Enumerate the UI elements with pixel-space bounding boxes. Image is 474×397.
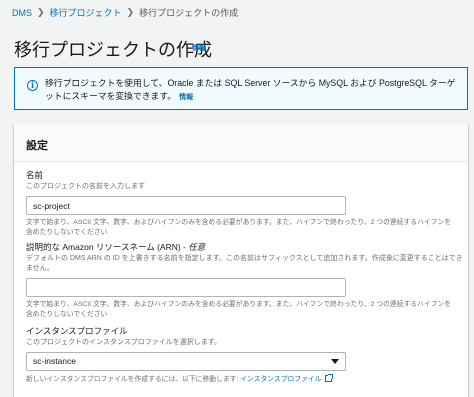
page-title: 移行プロジェクトの作成 bbox=[14, 40, 212, 60]
name-field: 名前 このプロジェクトの名前を入力します 文字で始まり、ASCII 文字、数字、… bbox=[26, 170, 452, 237]
arn-optional-label: 任意 bbox=[188, 242, 206, 252]
arn-description: デフォルトの DMS ARN の ID を上書きする名前を指定します。この名前は… bbox=[26, 255, 463, 272]
alert-text: 移行プロジェクトを使用して、Oracle または SQL Server ソースか… bbox=[45, 78, 456, 101]
instance-profile-description: このプロジェクトのインスタンスプロファイルを選択します。 bbox=[26, 339, 222, 346]
breadcrumb-dms[interactable]: DMS bbox=[12, 8, 32, 18]
instance-profile-selected: sc-instance bbox=[33, 356, 76, 366]
breadcrumb: DMS ❯ 移行プロジェクト ❯ 移行プロジェクトの作成 bbox=[12, 6, 238, 19]
instance-profile-select[interactable]: sc-instance bbox=[26, 352, 346, 371]
instance-profile-field: インスタンスプロファイル このプロジェクトのインスタンスプロファイルを選択します… bbox=[26, 326, 346, 385]
arn-constraint: 文字で始まり、ASCII 文字、数字、およびハイフンのみを含める必要があります。… bbox=[26, 301, 452, 318]
settings-panel: 設定 名前 このプロジェクトの名前を入力します 文字で始まり、ASCII 文字、… bbox=[14, 124, 468, 397]
name-description: このプロジェクトの名前を入力します bbox=[26, 183, 145, 190]
instance-profile-label: インスタンスプロファイル bbox=[26, 326, 128, 336]
name-input[interactable] bbox=[26, 196, 346, 215]
alert-info-link[interactable]: 情報 bbox=[179, 94, 193, 101]
arn-label: 説明的な Amazon リソースネーム (ARN) - 任意 bbox=[26, 242, 206, 252]
arn-input[interactable] bbox=[26, 278, 346, 297]
breadcrumb-migration-projects[interactable]: 移行プロジェクト bbox=[50, 6, 122, 19]
name-label: 名前 bbox=[26, 170, 44, 180]
info-icon: i bbox=[27, 80, 38, 91]
name-constraint: 文字で始まり、ASCII 文字、数字、およびハイフンのみを含める必要があります。… bbox=[26, 219, 452, 236]
page-info-link[interactable]: 情報 bbox=[192, 43, 206, 53]
breadcrumb-separator-icon: ❯ bbox=[37, 7, 45, 17]
arn-field: 説明的な Amazon リソースネーム (ARN) - 任意 デフォルトの DM… bbox=[26, 242, 468, 319]
external-link-icon bbox=[324, 374, 333, 382]
instance-profile-link[interactable]: インスタンスプロファイル bbox=[240, 376, 321, 383]
info-alert: i 移行プロジェクトを使用して、Oracle または SQL Server ソー… bbox=[14, 67, 468, 110]
instance-profile-note: 新しいインスタンスプロファイルを作成するには、以下に移動します: インスタンスプ… bbox=[26, 374, 346, 385]
settings-heading: 設定 bbox=[14, 124, 468, 162]
breadcrumb-current: 移行プロジェクトの作成 bbox=[139, 8, 239, 18]
breadcrumb-separator-icon: ❯ bbox=[126, 7, 135, 17]
caret-down-icon bbox=[331, 359, 339, 364]
